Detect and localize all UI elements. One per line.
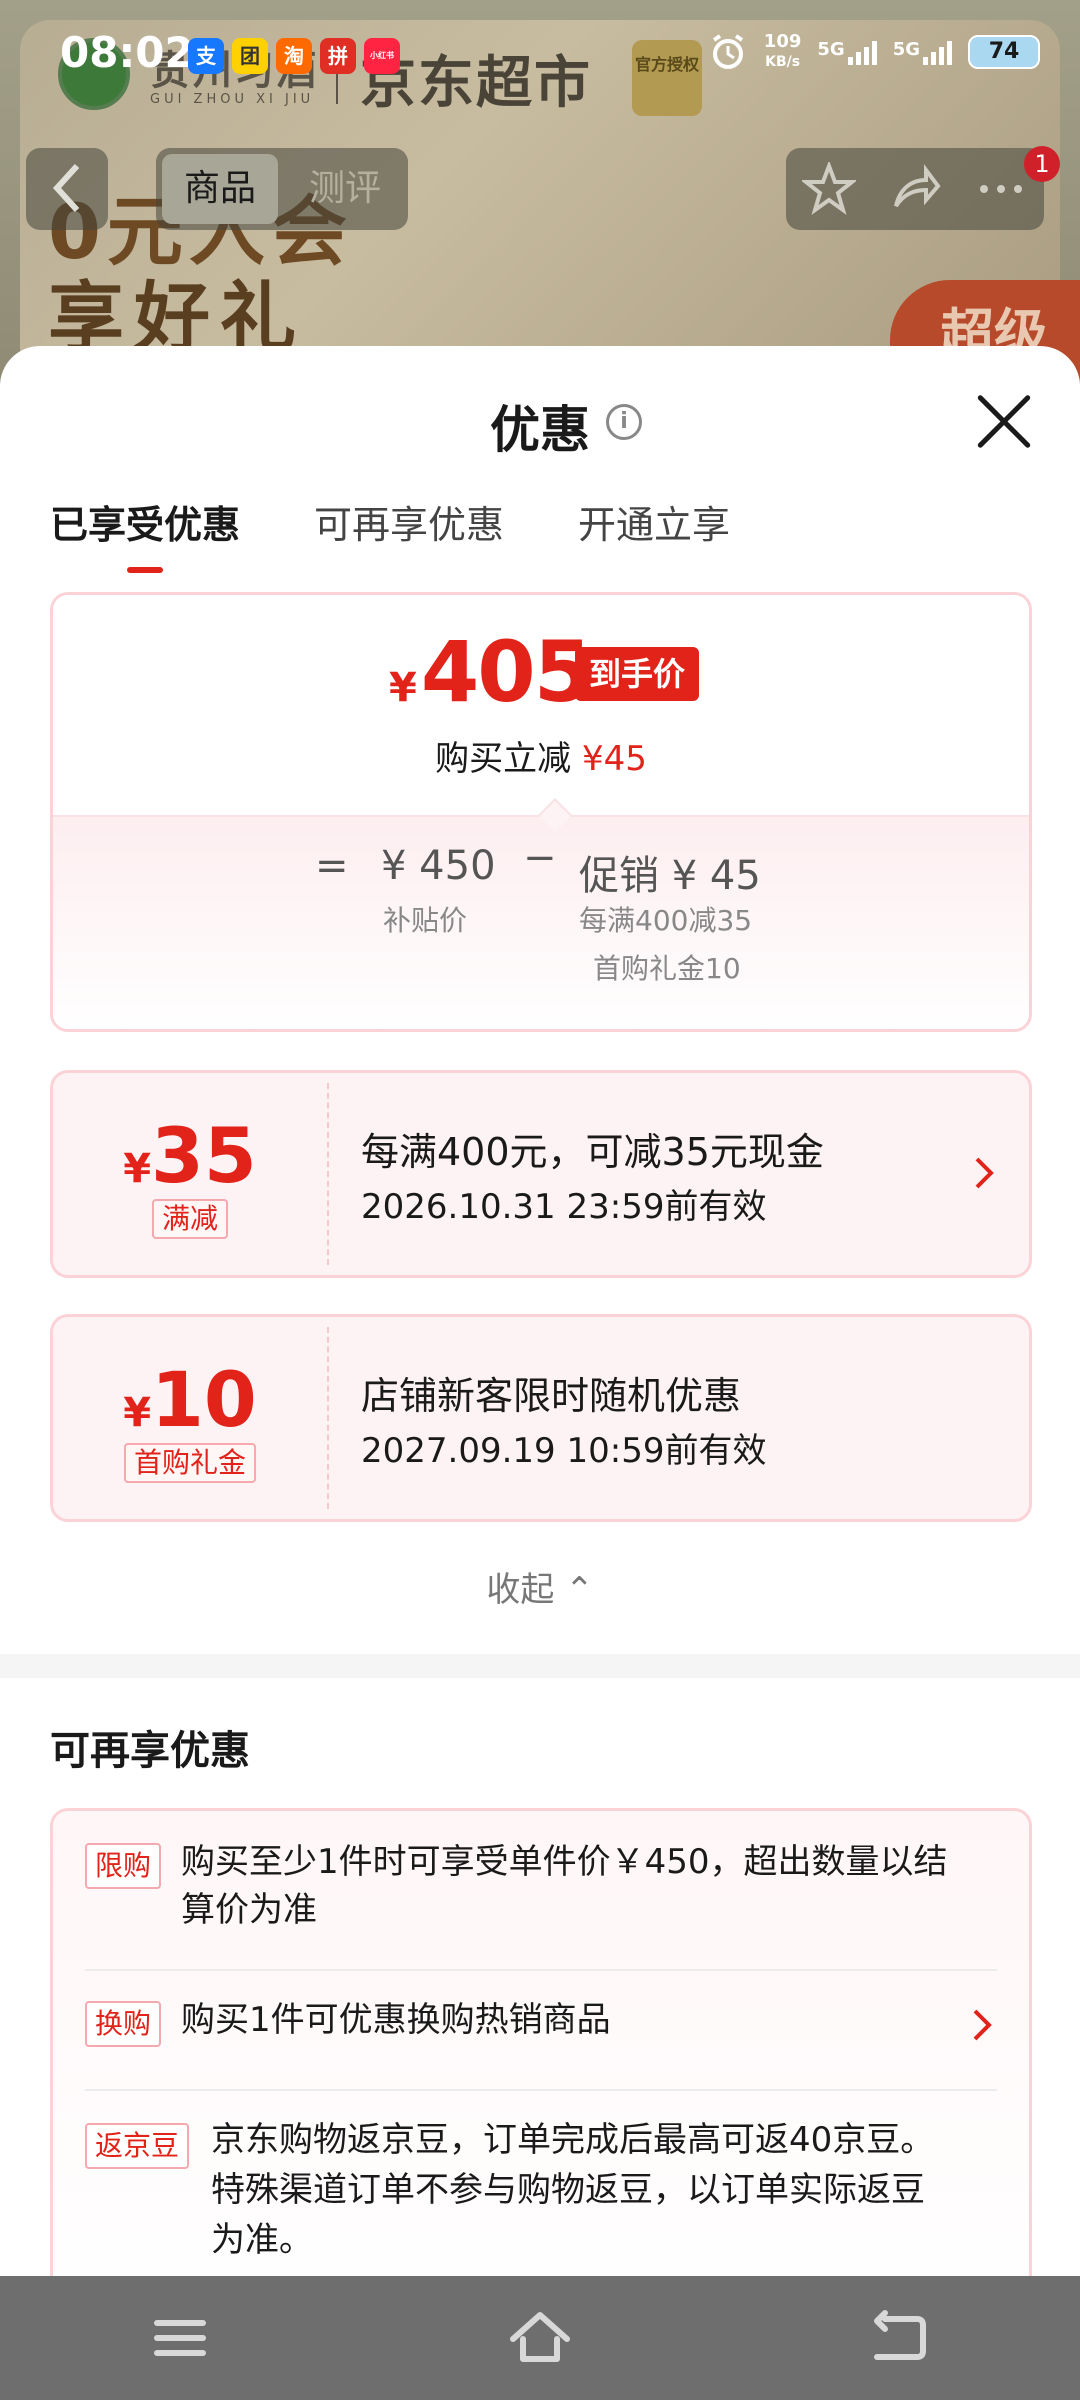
promo-detail-2: 首购礼金10: [593, 952, 741, 985]
subsidy-label: 补贴价: [383, 904, 468, 937]
coupon-amount-box: ¥10 首购礼金: [53, 1317, 327, 1519]
final-price-tag: 到手价: [575, 647, 700, 701]
coupon-value: 10: [151, 1355, 257, 1444]
network-speed-unit: KB/s: [765, 54, 801, 70]
final-price-value: 405: [420, 623, 592, 721]
coupon-currency: ¥: [123, 1146, 152, 1192]
menu-icon[interactable]: [135, 2293, 225, 2383]
item-text-line-1: 购买1件可优惠换购热销商品: [181, 2000, 611, 2040]
item-text-line-2: 算价为准: [181, 1890, 317, 1930]
coupon-divider: [327, 1083, 329, 1265]
item-tag: 换购: [85, 2001, 162, 2047]
tab-activate-discounts[interactable]: 开通立享: [578, 494, 730, 573]
top-action-group: [786, 148, 1044, 230]
signal-2-label: 5G: [892, 39, 920, 60]
item-text-line-3: 为准。: [211, 2220, 313, 2260]
chevron-right-icon: [975, 1157, 994, 1189]
status-bar: 08:02 支团淘拼小红书 109 KB/s 5G 5G 74: [0, 0, 1080, 112]
saved-prefix: 购买立减: [435, 739, 572, 779]
item-text-line-1: 购买至少1件时可享受单件价￥450，超出数量以结: [181, 1842, 948, 1882]
coupon-validity: 2026.10.31 23:59前有效: [361, 1187, 767, 1227]
price-summary: ¥ 405 到手价 购买立减 ¥45: [53, 595, 1029, 815]
price-breakdown-card: ¥ 405 到手价 购买立减 ¥45 = ¥ 450 补贴价 − 促销 ¥ 45…: [50, 592, 1032, 1032]
minus-sign: −: [523, 835, 557, 881]
meituan-app-icon: 团: [232, 38, 268, 74]
subsidy-price: ¥ 450: [381, 843, 496, 889]
alipay-app-icon: 支: [188, 38, 224, 74]
section-divider: [0, 1654, 1080, 1678]
final-price: ¥ 405: [389, 623, 592, 721]
coupon-validity: 2027.09.19 10:59前有效: [361, 1431, 767, 1471]
coupon-divider: [327, 1327, 329, 1509]
saved-line: 购买立减 ¥45: [53, 731, 1029, 780]
final-price-currency: ¥: [389, 665, 417, 711]
share-icon[interactable]: [888, 162, 942, 216]
status-right: 109 KB/s 5G 5G 74: [708, 32, 1040, 72]
taobao-app-icon: 淘: [276, 38, 312, 74]
signal-bars-icon: [923, 39, 952, 65]
item-tag: 限购: [85, 1843, 162, 1889]
coupon-description: 店铺新客限时随机优惠: [361, 1374, 742, 1418]
notification-badge: 1: [1024, 146, 1060, 182]
row-divider: [85, 1969, 997, 1971]
signal-1-label: 5G: [817, 39, 845, 60]
coupon-first-purchase[interactable]: ¥10 首购礼金 店铺新客限时随机优惠 2027.09.19 10:59前有效: [50, 1314, 1032, 1522]
back-icon[interactable]: [855, 2293, 945, 2383]
tab-review[interactable]: 测评: [290, 154, 400, 224]
coupon-amount: ¥35: [53, 1111, 327, 1200]
more-icon[interactable]: [974, 162, 1028, 216]
more-discounts-card: 限购 购买至少1件时可享受单件价￥450，超出数量以结 算价为准 换购 购买1件…: [50, 1808, 1032, 2276]
pinduoduo-app-icon: 拼: [320, 38, 356, 74]
signal-1: 5G: [817, 39, 877, 65]
row-divider: [85, 2089, 997, 2091]
coupon-amount: ¥10: [53, 1355, 327, 1444]
collapse-button[interactable]: 收起 ⌃: [0, 1562, 1080, 1611]
item-text-line-1: 京东购物返京豆，订单完成后最高可返40京豆。: [211, 2120, 935, 2160]
network-speed: 109 KB/s: [764, 32, 802, 72]
coupon-value: 35: [151, 1111, 257, 1200]
item-text-line-2: 特殊渠道订单不参与购物返豆，以订单实际返豆: [211, 2170, 925, 2210]
close-icon[interactable]: [974, 392, 1034, 452]
list-item-purchase-limit: 限购 购买至少1件时可享受单件价￥450，超出数量以结 算价为准: [85, 1837, 997, 1957]
signal-bars-icon: [847, 39, 877, 65]
signal-2: 5G: [893, 39, 952, 65]
discount-tabs: 已享受优惠 可再享优惠 开通立享: [50, 494, 730, 573]
coupon-description: 每满400元，可减35元现金: [361, 1130, 824, 1174]
alarm-icon: [712, 34, 743, 69]
tab-more-discounts[interactable]: 可再享优惠: [314, 494, 504, 573]
discount-sheet: 优惠 i 已享受优惠 可再享优惠 开通立享 ¥ 405 到手价 购买立减 ¥45…: [0, 346, 1080, 2276]
back-button[interactable]: [26, 148, 108, 230]
tab-enjoyed-discounts[interactable]: 已享受优惠: [50, 494, 240, 573]
product-tab-group: 商品 测评: [156, 148, 408, 230]
coupon-tag: 首购礼金: [123, 1443, 257, 1483]
list-item-jd-beans: 返京豆 京东购物返京豆，订单完成后最高可返40京豆。 特殊渠道订单不参与购物返豆…: [85, 2115, 997, 2276]
tab-product[interactable]: 商品: [162, 154, 278, 224]
xiaohongshu-app-icon: 小红书: [364, 38, 400, 74]
status-time: 08:02: [60, 28, 194, 77]
promo-total: 促销 ¥ 45: [579, 853, 761, 899]
promo-detail-1: 每满400减35: [579, 904, 753, 937]
chevron-left-icon: [52, 163, 80, 213]
chevron-right-icon: [973, 2009, 992, 2041]
coupon-full-reduction[interactable]: ¥35 满减 每满400元，可减35元现金 2026.10.31 23:59前有…: [50, 1070, 1032, 1278]
coupon-tag: 满减: [151, 1199, 229, 1239]
more-discounts-title: 可再享优惠: [50, 1728, 250, 1774]
battery-indicator: 74: [968, 35, 1040, 69]
network-speed-value: 109: [763, 31, 802, 52]
coupon-amount-box: ¥35 满减: [53, 1073, 327, 1275]
star-icon[interactable]: [802, 162, 856, 216]
coupon-currency: ¥: [123, 1390, 152, 1436]
list-item-exchange[interactable]: 换购 购买1件可优惠换购热销商品: [85, 1995, 997, 2065]
sheet-title: 优惠: [490, 401, 590, 459]
equals-sign: =: [315, 843, 349, 889]
info-icon[interactable]: i: [606, 404, 642, 440]
item-tag: 返京豆: [85, 2123, 190, 2169]
system-navigation-bar: [0, 2276, 1080, 2400]
home-icon[interactable]: [495, 2293, 585, 2383]
saved-amount: ¥45: [581, 739, 647, 779]
